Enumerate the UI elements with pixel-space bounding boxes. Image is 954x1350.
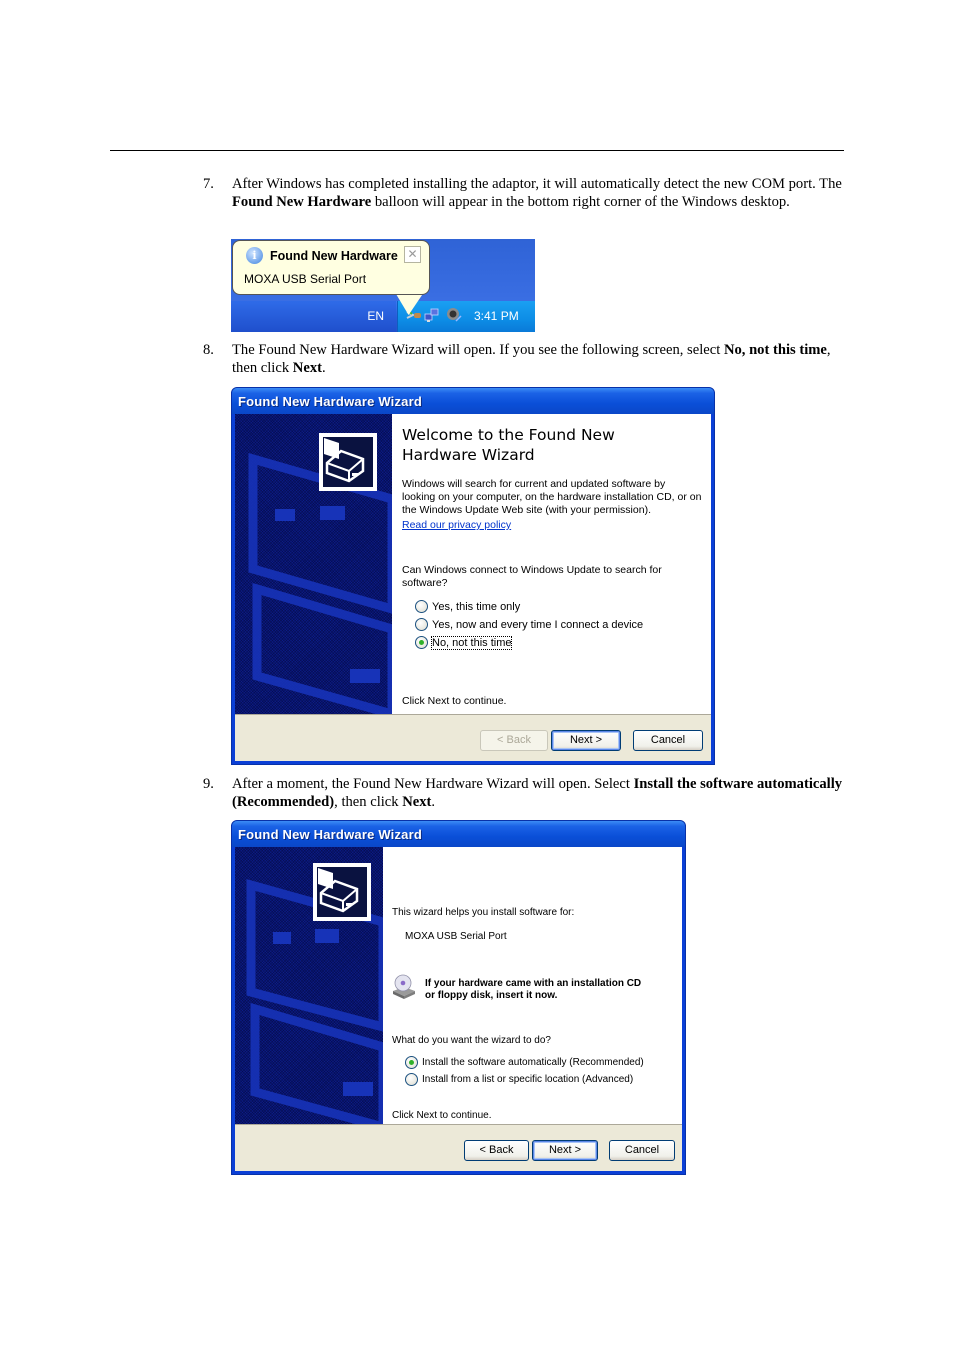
- balloon-title: Found New Hardware: [270, 249, 398, 263]
- step-text: After Windows has completed installing t…: [232, 175, 848, 212]
- cd-drive-icon: [393, 974, 415, 999]
- wizard-body: This wizard helps you install software f…: [383, 847, 682, 1124]
- heading-line: Hardware Wizard: [402, 445, 535, 464]
- radio-yes-this-time[interactable]: Yes, this time only: [415, 600, 520, 613]
- wizard-client-area: This wizard helps you install software f…: [235, 847, 682, 1171]
- close-icon[interactable]: ✕: [404, 246, 421, 263]
- language-bar[interactable]: EN: [231, 301, 396, 332]
- wizard-footer: < Back Next > Cancel: [235, 714, 711, 761]
- wizard-side-banner: [235, 847, 383, 1124]
- radio-label[interactable]: No, not this time: [430, 635, 513, 650]
- body-text: After Windows has completed installing t…: [232, 176, 842, 192]
- body-text: .: [431, 794, 436, 811]
- intro-line: Windows will search for current and upda…: [402, 478, 666, 490]
- radio-yes-every-time[interactable]: Yes, now and every time I connect a devi…: [415, 618, 643, 631]
- heading-line: Welcome to the Found New: [402, 426, 615, 444]
- taskbar-screenshot: EN 3:41 PM i Found New Hardware ✕ MOXA U…: [231, 239, 535, 332]
- next-button[interactable]: Next >: [551, 730, 621, 751]
- radio-button[interactable]: [415, 618, 428, 631]
- radio-label[interactable]: Yes, now and every time I connect a devi…: [432, 619, 643, 631]
- hardware-icon: [319, 433, 377, 491]
- emphasis-text: Found New Hardware: [232, 194, 372, 211]
- balloon-message: MOXA USB Serial Port: [244, 272, 367, 286]
- info-icon: i: [246, 247, 263, 264]
- intro-line: the Windows Update Web site (with your p…: [402, 504, 651, 516]
- back-button[interactable]: < Back: [480, 730, 548, 751]
- question-line: software?: [402, 577, 448, 589]
- window-title: Found New Hardware Wizard: [238, 394, 423, 409]
- intro-line: looking on your computer, on the hardwar…: [402, 491, 702, 503]
- body-text: After a moment, the Found New Hardware W…: [232, 776, 634, 792]
- wizard-body: Welcome to the Found New Hardware Wizard…: [392, 414, 711, 714]
- clock[interactable]: 3:41 PM: [474, 309, 519, 323]
- step-number: 8.: [203, 342, 214, 358]
- back-button[interactable]: < Back: [464, 1140, 529, 1161]
- emphasis-text: Next: [402, 794, 432, 811]
- update-question: Can Windows connect to Windows Update to…: [402, 564, 662, 590]
- step-7: 7. After Windows has completed installin…: [203, 175, 848, 212]
- body-text: , then click: [334, 794, 403, 811]
- hardware-icon: [313, 863, 371, 921]
- radio-button-selected[interactable]: [405, 1056, 418, 1069]
- step-number: 7.: [203, 176, 214, 192]
- radio-label[interactable]: Install the software automatically (Reco…: [422, 1057, 644, 1068]
- radio-button[interactable]: [405, 1073, 418, 1086]
- wizard-client-area: Welcome to the Found New Hardware Wizard…: [235, 414, 711, 761]
- continue-instruction: Click Next to continue.: [402, 695, 507, 707]
- cancel-button[interactable]: Cancel: [609, 1140, 675, 1161]
- radio-no-not-this-time[interactable]: No, not this time: [415, 635, 513, 650]
- wizard-heading: Welcome to the Found New Hardware Wizard: [402, 426, 615, 465]
- emphasis-text: No, not this time: [723, 342, 827, 358]
- radio-button-selected[interactable]: [415, 636, 428, 649]
- wizard-window-install: Found New Hardware Wizard This wizard he…: [231, 820, 686, 1175]
- wizard-footer: < Back Next > Cancel: [235, 1124, 682, 1171]
- question-line: Can Windows connect to Windows Update to…: [402, 564, 662, 576]
- window-title: Found New Hardware Wizard: [238, 827, 423, 842]
- radio-install-from-list[interactable]: Install from a list or specific location…: [405, 1073, 633, 1086]
- device-name: MOXA USB Serial Port: [405, 931, 507, 942]
- body-text: The Found New Hardware Wizard will open.…: [232, 342, 724, 358]
- cancel-button[interactable]: Cancel: [633, 730, 703, 751]
- radio-button[interactable]: [415, 600, 428, 613]
- privacy-policy-link[interactable]: Read our privacy policy: [402, 519, 511, 531]
- step-number: 9.: [203, 776, 214, 792]
- wizard-window-welcome: Found New Hardware Wizard Welcome to the…: [231, 387, 715, 765]
- step-text: After a moment, the Found New Hardware W…: [232, 775, 848, 812]
- wizard-question: What do you want the wizard to do?: [392, 1035, 551, 1046]
- step-9: 9. After a moment, the Found New Hardwar…: [203, 775, 848, 812]
- cd-notice-line: or floppy disk, insert it now.: [425, 990, 558, 1001]
- wizard-side-banner: [235, 414, 392, 714]
- radio-label[interactable]: Yes, this time only: [432, 601, 520, 613]
- continue-instruction: Click Next to continue.: [392, 1110, 492, 1121]
- radio-label[interactable]: Install from a list or specific location…: [422, 1074, 633, 1085]
- body-text: .: [321, 360, 326, 377]
- header-rule: [110, 150, 844, 151]
- found-new-hardware-balloon[interactable]: i Found New Hardware ✕ MOXA USB Serial P…: [232, 240, 430, 295]
- language-indicator[interactable]: EN: [367, 309, 384, 323]
- intro-text: This wizard helps you install software f…: [392, 907, 575, 918]
- body-text: balloon will appear in the bottom right …: [371, 194, 790, 211]
- cd-notice: If your hardware came with an installati…: [425, 978, 641, 1002]
- title-bar[interactable]: Found New Hardware Wizard: [232, 388, 714, 414]
- step-8: 8. The Found New Hardware Wizard will op…: [203, 341, 848, 378]
- title-bar[interactable]: Found New Hardware Wizard: [232, 821, 685, 847]
- emphasis-text: Next: [292, 360, 322, 377]
- radio-install-automatically[interactable]: Install the software automatically (Reco…: [405, 1056, 644, 1069]
- volume-icon[interactable]: [446, 307, 462, 323]
- cd-notice-line: If your hardware came with an installati…: [425, 978, 642, 989]
- next-button[interactable]: Next >: [532, 1140, 598, 1161]
- step-text: The Found New Hardware Wizard will open.…: [232, 341, 848, 378]
- intro-text: Windows will search for current and upda…: [402, 478, 701, 517]
